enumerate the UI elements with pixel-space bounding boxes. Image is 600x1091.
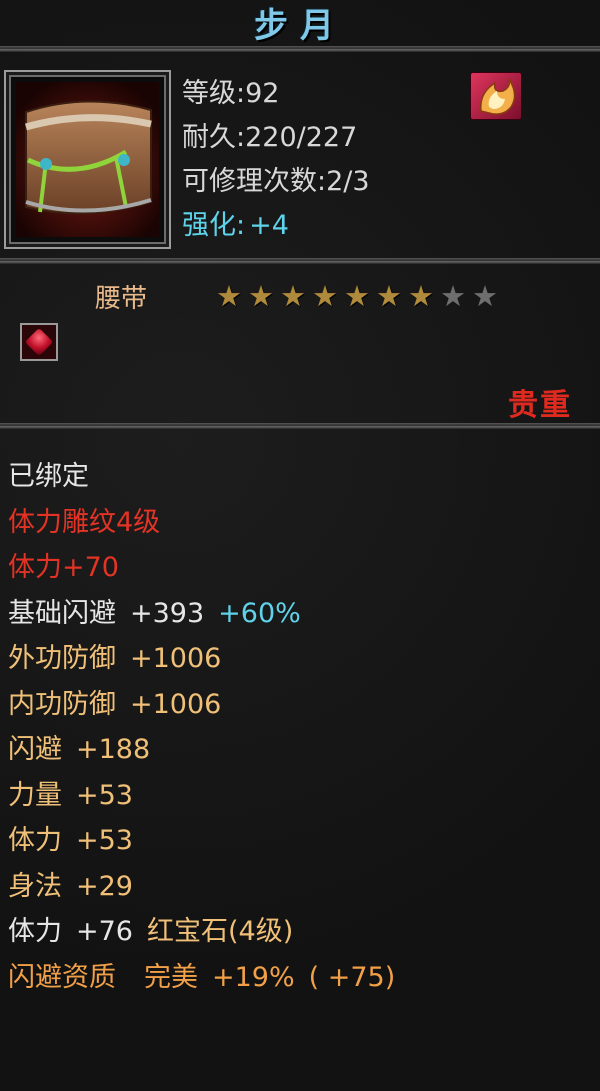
star-filled-icon: ★ (344, 279, 370, 313)
ext-def-value: +1006 (130, 643, 222, 674)
enhance-row: 强化: +4 (182, 204, 370, 248)
star-rating: ★ ★ ★ ★ ★ ★ ★ ★ ★ (214, 282, 500, 311)
star-filled-icon: ★ (248, 279, 274, 313)
gem-name: 红宝石(4级) (146, 916, 294, 947)
aptitude-label: 闪避资质 (8, 961, 116, 993)
base-dodge-label: 基础闪避 (8, 597, 116, 629)
divider-top (0, 46, 600, 52)
strength-row: 力量 +53 (8, 773, 395, 819)
level-value: :92 (236, 78, 280, 109)
quality-label: 贵重 (508, 388, 572, 423)
aptitude-grade: 完美 (144, 961, 198, 993)
ruby-gem-icon (24, 327, 54, 357)
stamina-row: 体力 +53 (8, 818, 395, 864)
int-def-label: 内功防御 (8, 688, 116, 720)
item-type: 腰带 (95, 284, 148, 314)
ext-def-row: 外功防御 +1006 (8, 636, 395, 682)
aptitude-bonus: ( +75) (308, 961, 396, 993)
flame-badge-icon (470, 72, 522, 120)
level-label: 等级 (182, 78, 236, 109)
gem-slot-icon[interactable] (20, 323, 58, 361)
star-filled-icon: ★ (408, 279, 434, 313)
dodge-label: 闪避 (8, 734, 62, 765)
bound-status: 已绑定 (8, 461, 89, 492)
divider-mid (0, 258, 600, 264)
agility-label: 身法 (8, 870, 62, 902)
engrave-bonus: 体力+70 (8, 552, 119, 583)
level-row: 等级:92 (182, 72, 370, 116)
base-dodge-value: +393 (130, 597, 205, 629)
gem-stat-value: +76 (76, 916, 133, 947)
stamina-value: +53 (76, 825, 133, 856)
item-title-bar: 步月 (0, 0, 600, 46)
star-filled-icon: ★ (312, 279, 338, 313)
engrave-line: 体力雕纹4级 (8, 506, 161, 538)
star-filled-icon: ★ (216, 279, 242, 313)
item-stats: 等级:92 耐久:220/227 可修理次数:2/3 强化: +4 (182, 72, 370, 248)
base-dodge-row: 基础闪避 +393 +60% (8, 591, 395, 637)
stamina-label: 体力 (8, 825, 62, 856)
strength-value: +53 (76, 779, 133, 811)
enhance-label: 强化: (182, 210, 246, 241)
belt-icon (16, 82, 159, 237)
gem-stat-label: 体力 (8, 916, 62, 947)
int-def-value: +1006 (130, 688, 222, 720)
durability-label: 耐久 (182, 122, 236, 153)
item-name: 步月 (254, 5, 346, 46)
dodge-row: 闪避 +188 (8, 727, 395, 773)
item-icon-frame (4, 70, 171, 249)
repair-label: 可修理次数 (182, 166, 317, 197)
ext-def-label: 外功防御 (8, 643, 116, 674)
durability-row: 耐久:220/227 (182, 116, 370, 160)
repair-row: 可修理次数:2/3 (182, 160, 370, 204)
star-empty-icon: ★ (472, 279, 498, 313)
agility-value: +29 (76, 870, 133, 902)
durability-value: :220/227 (236, 122, 358, 153)
agility-row: 身法 +29 (8, 864, 395, 910)
dodge-value: +188 (76, 734, 151, 765)
int-def-row: 内功防御 +1006 (8, 682, 395, 728)
aptitude-row: 闪避资质 完美 +19% ( +75) (8, 955, 395, 1001)
divider-bottom (0, 423, 600, 429)
star-filled-icon: ★ (280, 279, 306, 313)
star-empty-icon: ★ (440, 279, 466, 313)
gem-stat-row: 体力 +76 红宝石(4级) (8, 909, 395, 955)
attribute-list: 已绑定 体力雕纹4级 体力+70 基础闪避 +393 +60% 外功防御 +1006 … (8, 454, 395, 1000)
strength-label: 力量 (8, 779, 62, 811)
repair-value: :2/3 (317, 166, 370, 197)
base-dodge-pct: +60% (218, 597, 301, 629)
aptitude-pct: +19% (212, 961, 295, 993)
enhance-value: +4 (249, 210, 289, 241)
star-filled-icon: ★ (376, 279, 402, 313)
